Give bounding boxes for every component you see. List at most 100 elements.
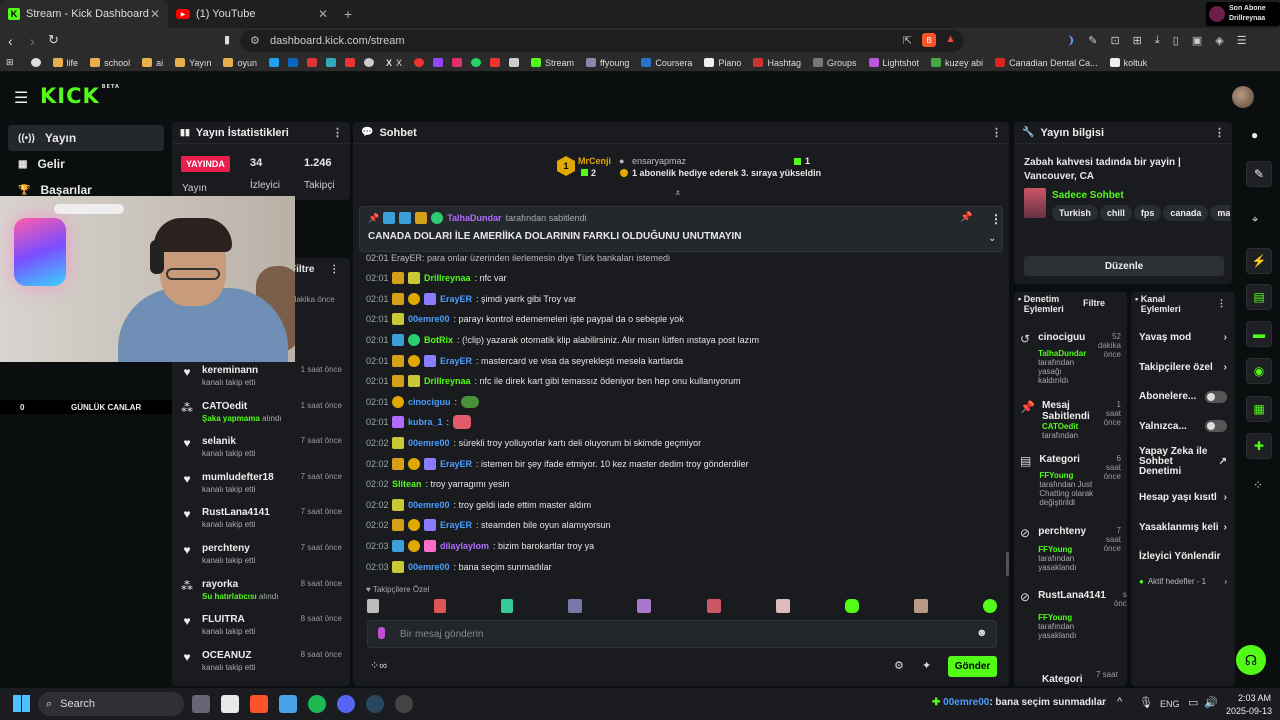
- bookmark-item[interactable]: Groups: [808, 58, 862, 68]
- chat-message[interactable]: 02:02 ErayER: istemen bir şey ifade etmiy…: [366, 453, 996, 474]
- nav-item-revenue[interactable]: ▦ Gelir: [8, 151, 164, 177]
- bookmark-item[interactable]: Yayın: [170, 58, 216, 68]
- bookmark-icons-row[interactable]: [264, 58, 379, 67]
- tag[interactable]: canada: [1163, 205, 1209, 221]
- rewards-icon[interactable]: ▲: [945, 33, 956, 45]
- bookmark-item[interactable]: koltuk: [1105, 58, 1153, 68]
- list-item[interactable]: ↺ cinociguu TalhaDundar tarafından yasağı k…: [1014, 324, 1127, 392]
- emote-icon[interactable]: [913, 599, 928, 613]
- leader-name[interactable]: MrCenji: [578, 156, 611, 166]
- emoji-icon[interactable]: ☻: [976, 627, 988, 639]
- menu-icon[interactable]: ☰: [1237, 34, 1247, 47]
- bookmark-item[interactable]: life: [48, 58, 84, 68]
- more-actions-icon[interactable]: ⁘: [1253, 478, 1263, 492]
- quick-action-chat[interactable]: ▬: [1246, 321, 1272, 347]
- moderation-filter[interactable]: Filtre: [1083, 298, 1105, 308]
- close-tab-icon[interactable]: ✕: [318, 7, 328, 21]
- more-options-icon[interactable]: ⋮: [1217, 298, 1226, 309]
- emote-icon[interactable]: [568, 599, 583, 613]
- list-item[interactable]: ♥ RustLana4141 kanalı takip etti 7 saat önc…: [172, 502, 350, 538]
- leader2-name[interactable]: ensaryapmaz: [632, 156, 686, 166]
- bookmark-item[interactable]: Hashtag: [748, 58, 806, 68]
- quick-action-clips[interactable]: ▤: [1246, 284, 1272, 310]
- list-item[interactable]: ⁂ CATOedit Şaka yapmama alındı 1 saat önce: [172, 396, 350, 432]
- more-options-icon[interactable]: ⋮: [332, 126, 343, 139]
- hamburger-menu-icon[interactable]: ☰: [14, 88, 28, 108]
- chat-message[interactable]: 02:02 00emre00: sürekli troy yolluyorlar …: [366, 433, 996, 454]
- list-item[interactable]: ⁂ rayorka Su hatırlatıcısı alındı 8 saat ön…: [172, 574, 350, 610]
- viewer-redirect-item[interactable]: İzleyici Yönlendir: [1131, 542, 1235, 572]
- emote-icon[interactable]: [844, 599, 859, 613]
- chat-message[interactable]: 02:02 Slitean: troy yarragımı yesin: [366, 474, 996, 495]
- microphone-icon[interactable]: [378, 627, 385, 639]
- chat-message[interactable]: 02:01 cinociguu:: [366, 392, 996, 413]
- ai-moderation-item[interactable]: Yapay Zeka ile Sohbet Denetimi ↗: [1131, 441, 1235, 483]
- account-age-item[interactable]: Hesap yaşı kısıtl ›: [1131, 483, 1235, 513]
- gift-icon[interactable]: ✦: [922, 659, 931, 672]
- tray-chevron-icon[interactable]: ^: [1117, 696, 1122, 708]
- list-item[interactable]: ♥ mumludefter18 kanalı takip etti 7 saat ön…: [172, 467, 350, 503]
- chat-message[interactable]: 02:01 kubra_1:: [366, 412, 996, 433]
- more-options-icon[interactable]: ⋮: [1214, 126, 1225, 139]
- quick-action-broadcast[interactable]: ◉: [1246, 358, 1272, 384]
- list-item[interactable]: ♥ OCEANUZ kanalı takip etti 8 saat önce: [172, 645, 350, 681]
- more-options-icon[interactable]: ⋮: [329, 264, 339, 275]
- spotify-icon[interactable]: [308, 695, 326, 713]
- new-tab-icon[interactable]: +: [344, 6, 352, 22]
- chat-message[interactable]: 02:02 00emre00: troy geldi iade ettim mas…: [366, 495, 996, 516]
- site-info-icon[interactable]: ⚙: [250, 34, 260, 47]
- brave-icon[interactable]: [250, 695, 268, 713]
- bookmark-item[interactable]: Coursera: [636, 58, 697, 68]
- focus-icon[interactable]: ⌖: [1252, 214, 1258, 227]
- bookmark-item[interactable]: Stream: [526, 58, 579, 68]
- bookmark-google[interactable]: [26, 58, 46, 67]
- bookmark-item[interactable]: Piano: [699, 58, 746, 68]
- category-name[interactable]: Sadece Sohbet: [1052, 190, 1124, 201]
- chat-scrollbar[interactable]: [1006, 552, 1009, 576]
- bookmark-item[interactable]: oyun: [218, 58, 262, 68]
- tag[interactable]: chill: [1099, 205, 1132, 221]
- followers-only-item[interactable]: Takipçilere özel ›: [1131, 353, 1235, 383]
- chat-message[interactable]: 02:01 Drillreynaa: nfc ile direk kart gib…: [366, 371, 996, 392]
- emote-icon[interactable]: [637, 599, 652, 613]
- tab-youtube[interactable]: ▶ (1) YouTube ✕: [168, 0, 336, 28]
- list-item[interactable]: ▤ Kategori FFYoung tarafından Just Chatting…: [1014, 446, 1127, 518]
- emote-icon[interactable]: [434, 599, 447, 613]
- chat-message[interactable]: 02:03 00emre00: bana seçim sunmadılar: [366, 556, 996, 577]
- bookmark-item[interactable]: XX: [381, 58, 407, 68]
- bookmark-item[interactable]: ai: [137, 58, 168, 68]
- chat-message[interactable]: 02:01 ErayER: şimdi yarrk gibi Troy var: [366, 289, 996, 310]
- pinned-message[interactable]: 📌 TalhaDundar tarafından sabitlendi CANA…: [359, 206, 1003, 252]
- back-icon[interactable]: ‹: [8, 33, 13, 49]
- share-icon[interactable]: ⇱: [903, 34, 912, 47]
- extension-icon[interactable]: ⊞: [1133, 34, 1142, 47]
- language-indicator[interactable]: ENG: [1160, 699, 1180, 709]
- download-icon[interactable]: ⤓: [1155, 34, 1160, 47]
- tag[interactable]: fps: [1133, 205, 1162, 221]
- apps-icon[interactable]: ⊞: [6, 57, 14, 68]
- settings-icon[interactable]: ⁘∞: [370, 659, 387, 672]
- sidebar-icon[interactable]: ▯: [1173, 34, 1179, 47]
- emote-icon[interactable]: [775, 599, 790, 613]
- list-item[interactable]: ♥ kereminann kanalı takip etti 1 saat önce: [172, 360, 350, 396]
- extension-icon[interactable]: ⊡: [1110, 34, 1119, 47]
- emote-icon[interactable]: [367, 599, 379, 613]
- steam-icon[interactable]: [366, 695, 384, 713]
- bookmark-item[interactable]: ffyoung: [581, 58, 634, 68]
- send-button[interactable]: Gönder: [948, 656, 997, 677]
- list-item[interactable]: ⊘ perchteny FFYoung tarafından yasaklandı 7 …: [1014, 518, 1127, 582]
- slow-mode-item[interactable]: Yavaş mod ›: [1131, 323, 1235, 353]
- bookmark-item[interactable]: Canadian Dental Ca...: [990, 58, 1103, 68]
- more-options-icon[interactable]: ⋮: [991, 126, 1002, 139]
- emote-icon[interactable]: [501, 599, 514, 613]
- tab-kick-dashboard[interactable]: K Stream - Kick Dashboard ✕: [0, 0, 168, 28]
- quick-action-tools[interactable]: ✚: [1246, 433, 1272, 459]
- chat-message[interactable]: 02:01 ErayER: mastercard ve visa da seyre…: [366, 350, 996, 371]
- emote-icon[interactable]: [982, 599, 997, 613]
- unpin-icon[interactable]: 📌: [960, 212, 972, 223]
- explorer-icon[interactable]: [279, 695, 297, 713]
- support-button[interactable]: ☊: [1236, 645, 1266, 675]
- clock-time[interactable]: 2:03 AM: [1238, 693, 1271, 703]
- discord-icon[interactable]: [337, 695, 355, 713]
- subscribers-only-item[interactable]: Abonelere...: [1131, 382, 1235, 412]
